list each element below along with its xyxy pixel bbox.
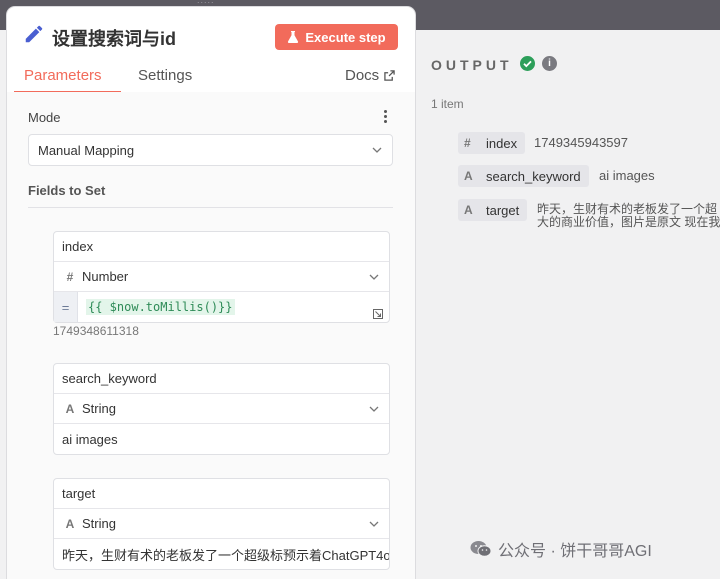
output-key-pill[interactable]: A search_keyword [458,165,589,187]
chevron-down-icon [372,147,382,153]
watermark: 公众号 · 饼干哥哥AGI [470,537,652,561]
node-title[interactable]: 设置搜索词与id [52,25,176,51]
expression-equals-icon: = [54,292,78,322]
field-value-expression[interactable]: = {{ $now.toMillis()}} [54,292,389,322]
field-name-input[interactable]: target [54,479,389,509]
chevron-down-icon [369,406,379,412]
output-title: OUTPUT [431,57,513,73]
success-check-icon [520,56,535,71]
external-link-icon [384,70,395,81]
fields-to-set-label: Fields to Set [28,183,106,198]
field-value-input[interactable]: 昨天，生财有术的老板发了一个超级标预示着ChatGPT4o带 [54,539,389,569]
output-key: index [486,135,518,151]
info-icon[interactable]: i [542,56,557,71]
field-name-input[interactable]: search_keyword [54,364,389,394]
string-type-icon: A [65,516,75,531]
field-type-select[interactable]: A String [54,509,389,539]
string-type-icon: A [464,203,473,217]
field-index: index # Number = {{ $now.toMillis()}} [53,231,390,323]
tab-settings[interactable]: Settings [138,67,192,84]
more-options-icon[interactable] [384,110,390,124]
field-target: target A String 昨天，生财有术的老板发了一个超级标预示着Chat… [53,478,390,570]
field-name: target [62,486,96,501]
field-search-keyword: search_keyword A String ai images [53,363,390,455]
output-value-line1: 昨天，生财有术的老板发了一个超 [537,202,718,216]
node-panel: 设置搜索词与id Execute step Parameters Setting… [7,7,415,579]
docs-label: Docs [345,67,380,84]
tab-parameters[interactable]: Parameters [24,67,102,84]
pencil-icon[interactable] [23,23,45,45]
output-value-line2: 大的商业价值，图片是原文 现在我 [537,215,720,229]
tab-docs[interactable]: Docs [345,67,395,84]
field-type: Number [82,269,129,284]
expression-text: {{ $now.toMillis()}} [86,299,235,315]
expand-editor-icon[interactable] [373,309,383,319]
string-type-icon: A [65,401,75,416]
mode-value: Manual Mapping [38,142,135,158]
output-value: 昨天，生财有术的老板发了一个超 大的商业价值，图片是原文 现在我 [537,203,720,229]
output-key-pill[interactable]: # index [458,132,526,154]
output-value: ai images [599,168,655,183]
output-key: search_keyword [486,168,581,184]
number-type-icon: # [66,269,74,284]
panel-header: 设置搜索词与id Execute step [7,7,415,65]
field-type-select[interactable]: # Number [54,262,389,292]
mode-select[interactable]: Manual Mapping [28,134,393,166]
watermark-text: 公众号 · 饼干哥哥AGI [498,543,652,560]
field-value-input[interactable]: ai images [54,424,389,454]
output-row-target: A target 昨天，生财有术的老板发了一个超 大的商业价值，图片是原文 现在… [458,199,720,231]
wechat-icon [470,541,492,557]
string-type-icon: A [464,169,473,183]
output-value: 1749345943597 [534,135,628,150]
execute-step-label: Execute step [305,29,386,45]
divider [28,207,393,208]
field-name: search_keyword [62,371,157,386]
field-type: String [82,401,116,416]
output-key-pill[interactable]: A target [458,199,528,221]
chevron-down-icon [369,274,379,280]
parameters-body: Mode Manual Mapping Fields to Set index … [7,92,415,579]
field-name-input[interactable]: index [54,232,389,262]
chevron-down-icon [369,521,379,527]
flask-icon [288,31,299,43]
expression-preview: 1749348611318 [53,324,139,338]
tab-bar: Parameters Settings Docs [7,65,415,95]
field-name: index [62,239,94,254]
mode-label: Mode [28,110,61,125]
field-value: 昨天，生财有术的老板发了一个超级标预示着ChatGPT4o带 [62,547,389,563]
execute-step-button[interactable]: Execute step [275,24,398,50]
field-type-select[interactable]: A String [54,394,389,424]
number-type-icon: # [464,136,471,150]
field-type: String [82,516,116,531]
items-count: 1 item [431,97,464,111]
field-value: ai images [62,431,118,447]
output-key: target [486,202,520,218]
